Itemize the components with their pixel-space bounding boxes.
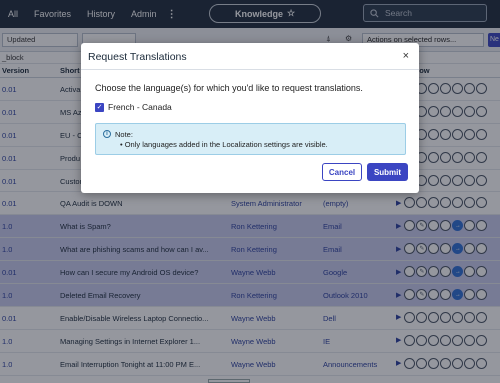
note-title: Note: (115, 130, 133, 139)
cancel-button[interactable]: Cancel (322, 163, 362, 181)
dialog-title: Request Translations (88, 51, 187, 63)
info-note: i Note: • Only languages added in the Lo… (95, 123, 406, 155)
submit-button[interactable]: Submit (367, 163, 408, 181)
language-label: French - Canada (108, 102, 172, 112)
dialog-header: Request Translations × (81, 43, 419, 70)
language-option[interactable]: ✓ French - Canada (95, 102, 172, 112)
info-icon: i (103, 130, 111, 138)
note-text: • Only languages added in the Localizati… (120, 140, 328, 149)
request-translations-dialog: Request Translations × Choose the langua… (81, 43, 419, 193)
language-checkbox[interactable]: ✓ (95, 102, 104, 112)
dialog-prompt: Choose the language(s) for which you'd l… (95, 83, 363, 93)
close-icon[interactable]: × (403, 50, 409, 62)
